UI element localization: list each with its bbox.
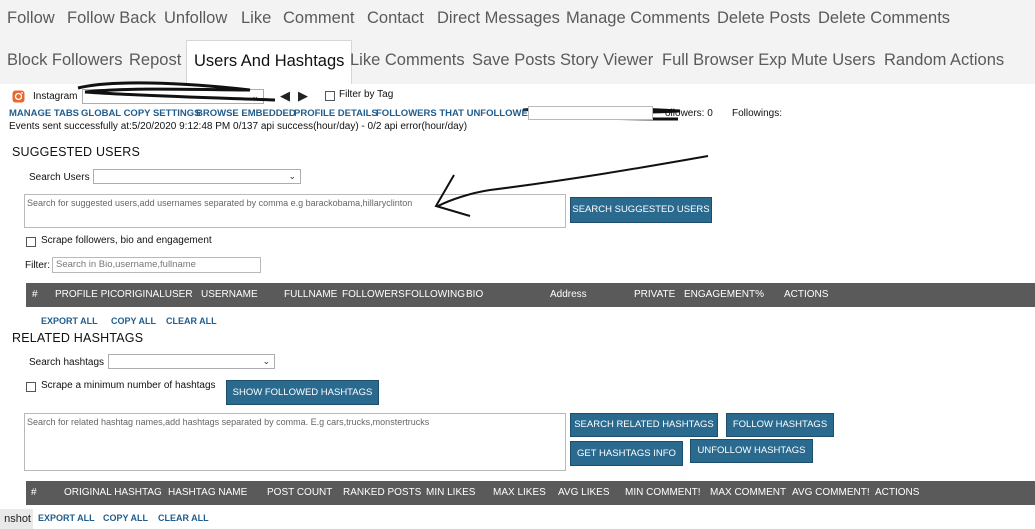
get-hashtags-info-button[interactable]: GET HASHTAGS INFO bbox=[570, 441, 683, 466]
col-engagement: ENGAGEMENT% bbox=[684, 289, 765, 300]
filter-by-tag-checkbox[interactable] bbox=[325, 91, 335, 101]
annotation-arrow bbox=[434, 155, 709, 217]
play-icon[interactable]: ▶ bbox=[298, 88, 308, 104]
play-back-icon[interactable]: ◀ bbox=[280, 88, 290, 104]
tab-unfollow[interactable]: Unfollow bbox=[164, 0, 227, 42]
tab-story-viewer[interactable]: Story Viewer bbox=[560, 42, 653, 84]
search-users-label: Search Users bbox=[29, 172, 90, 183]
col-min-comment: MIN COMMENT! bbox=[625, 487, 701, 498]
tab-like-comments[interactable]: Like Comments bbox=[350, 42, 465, 84]
clear-all-hashtags-link[interactable]: CLEAR ALL bbox=[158, 513, 209, 523]
col-ranked-posts: RANKED POSTS bbox=[343, 487, 422, 498]
tab-follow[interactable]: Follow bbox=[7, 0, 55, 42]
tab-comment[interactable]: Comment bbox=[283, 0, 355, 42]
tab-manage-comments[interactable]: Manage Comments bbox=[566, 0, 710, 42]
tab-full-browser-exp[interactable]: Full Browser Exp bbox=[662, 42, 787, 84]
tab-delete-comments[interactable]: Delete Comments bbox=[818, 0, 950, 42]
tab-save-posts[interactable]: Save Posts bbox=[472, 42, 555, 84]
link-followers-that-unfollowed[interactable]: FOLLOWERS THAT UNFOLLOWED bbox=[376, 108, 535, 119]
export-all-hashtags-link[interactable]: EXPORT ALL bbox=[38, 513, 95, 523]
col-bio: BIO bbox=[466, 289, 484, 300]
tab-delete-posts[interactable]: Delete Posts bbox=[717, 0, 811, 42]
tab-contact[interactable]: Contact bbox=[367, 0, 424, 42]
scrape-followers-label: Scrape followers, bio and engagement bbox=[41, 235, 212, 246]
search-hashtags-select[interactable]: ⌄ bbox=[108, 354, 275, 369]
redaction-scribble bbox=[77, 81, 276, 102]
tab-follow-back[interactable]: Follow Back bbox=[67, 0, 156, 42]
taskbar-fragment[interactable]: nshot bbox=[0, 509, 33, 529]
chevron-down-icon: ⌄ bbox=[288, 171, 296, 181]
col-avg-likes: AVG LIKES bbox=[558, 487, 610, 498]
col-min-likes: MIN LIKES bbox=[426, 487, 476, 498]
copy-all-hashtags-link[interactable]: COPY ALL bbox=[103, 513, 148, 523]
col-max-comment: MAX COMMENT bbox=[710, 487, 787, 498]
tab-mute-users[interactable]: Mute Users bbox=[791, 42, 875, 84]
copy-all-users-link[interactable]: COPY ALL bbox=[111, 316, 156, 326]
related-hashtags-title: RELATED HASHTAGS bbox=[12, 331, 144, 345]
suggested-users-table-header: # PROFILE PIC ORIGINALUSER USERNAME FULL… bbox=[26, 283, 1035, 307]
link-browse-embedded[interactable]: BROWSE EMBEDDED bbox=[196, 108, 296, 119]
unfollow-hashtags-button[interactable]: UNFOLLOW HASHTAGS bbox=[690, 439, 813, 463]
col-original-hashtag: ORIGINAL HASHTAG bbox=[64, 487, 162, 498]
filter-by-tag-label: Filter by Tag bbox=[339, 89, 394, 100]
search-related-hashtags-button[interactable]: SEARCH RELATED HASHTAGS bbox=[570, 413, 718, 437]
tab-like[interactable]: Like bbox=[241, 0, 271, 42]
col-fullname: FULLNAME bbox=[284, 289, 338, 300]
show-followed-hashtags-button[interactable]: SHOW FOLLOWED HASHTAGS bbox=[226, 380, 379, 405]
instagram-icon bbox=[12, 90, 25, 103]
tab-row-1: Follow Follow Back Unfollow Like Comment… bbox=[0, 0, 1035, 42]
link-profile-details[interactable]: PROFILE DETAILS bbox=[294, 108, 378, 119]
col-followers: FOLLOWERS bbox=[342, 289, 405, 300]
col-private: PRIVATE bbox=[634, 289, 676, 300]
export-all-users-link[interactable]: EXPORT ALL bbox=[41, 316, 98, 326]
col-hashtag-name: HASHTAG NAME bbox=[168, 487, 248, 498]
scrape-hashtags-checkbox[interactable] bbox=[26, 382, 36, 392]
suggested-users-title: SUGGESTED USERS bbox=[12, 145, 141, 159]
follow-hashtags-button[interactable]: FOLLOW HASHTAGS bbox=[726, 413, 834, 437]
scrape-followers-checkbox[interactable] bbox=[26, 237, 36, 247]
col-following: FOLLOWING bbox=[405, 289, 466, 300]
filter-label: Filter: bbox=[25, 260, 50, 271]
hashtags-table-header: # ORIGINAL HASHTAG HASHTAG NAME POST COU… bbox=[26, 481, 1035, 505]
col-post-count: POST COUNT bbox=[267, 487, 333, 498]
col-avg-comment: AVG COMMENT! bbox=[792, 487, 870, 498]
followers-count: ollowers: 0 bbox=[665, 108, 713, 119]
link-global-copy-settings[interactable]: GLOBAL COPY SETTINGS bbox=[81, 108, 200, 119]
col-max-likes: MAX LIKES bbox=[493, 487, 546, 498]
tab-direct-messages[interactable]: Direct Messages bbox=[437, 0, 560, 42]
col-actions: ACTIONS bbox=[784, 289, 829, 300]
filter-input[interactable]: Search in Bio,username,fullname bbox=[52, 257, 261, 273]
col-actions: ACTIONS bbox=[875, 487, 920, 498]
unfollowed-search-input[interactable] bbox=[528, 106, 653, 120]
col-index: # bbox=[31, 487, 37, 498]
followings-count: Followings: bbox=[732, 108, 783, 119]
col-username: USERNAME bbox=[201, 289, 258, 300]
chevron-down-icon: ⌄ bbox=[262, 356, 270, 366]
search-users-select[interactable]: ⌄ bbox=[93, 169, 301, 184]
clear-all-users-link[interactable]: CLEAR ALL bbox=[166, 316, 217, 326]
status-line: Events sent successfully at:5/20/2020 9:… bbox=[9, 121, 468, 132]
link-manage-tabs[interactable]: MANAGE TABS bbox=[9, 108, 79, 119]
col-profile-pic: PROFILE PIC bbox=[55, 289, 118, 300]
search-hashtags-label: Search hashtags bbox=[29, 357, 105, 368]
tab-random-actions[interactable]: Random Actions bbox=[884, 42, 1004, 84]
col-index: # bbox=[32, 289, 38, 300]
col-originaluser: ORIGINALUSER bbox=[117, 289, 193, 300]
col-address: Address bbox=[550, 289, 587, 300]
related-hashtags-textarea[interactable]: Search for related hashtag names,add has… bbox=[24, 413, 566, 471]
scrape-hashtags-label: Scrape a minimum number of hashtags bbox=[41, 380, 216, 391]
